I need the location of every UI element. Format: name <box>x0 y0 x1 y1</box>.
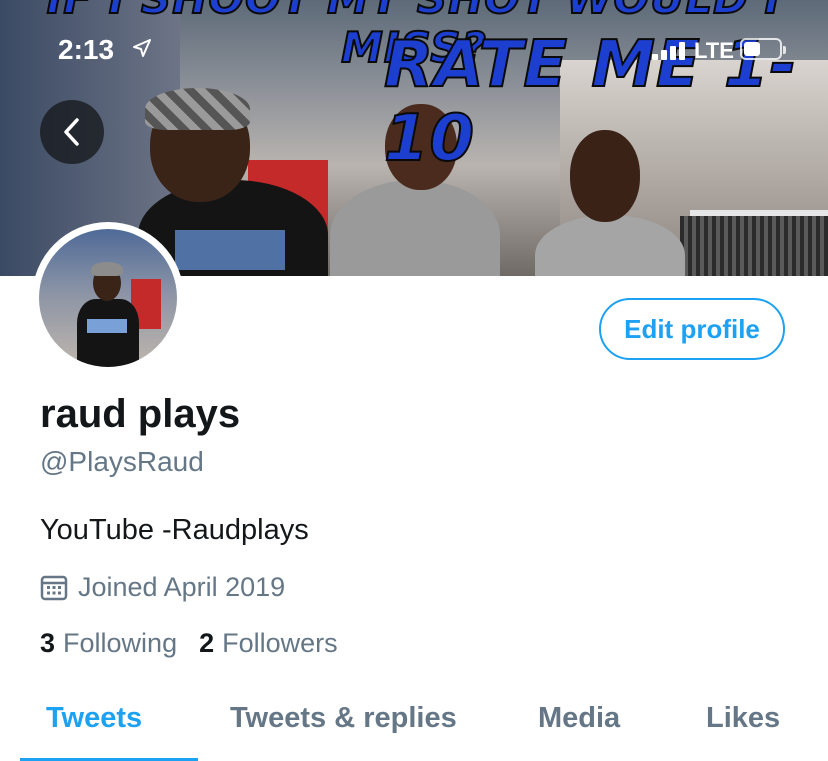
followers-link[interactable]: 2 Followers <box>199 628 338 659</box>
location-arrow-icon <box>133 39 151 57</box>
followers-count: 2 <box>199 628 215 658</box>
banner-shirt-logo <box>175 230 285 270</box>
avatar[interactable] <box>32 222 184 374</box>
status-bar: 2:13 LTE <box>0 30 828 70</box>
status-time: 2:13 <box>58 34 115 65</box>
banner-durag <box>145 88 250 130</box>
joined-text: Joined April 2019 <box>78 571 286 602</box>
following-count: 3 <box>40 628 56 658</box>
battery-icon <box>740 38 786 60</box>
network-type: LTE <box>694 38 734 63</box>
tab-tweets-replies[interactable]: Tweets & replies <box>230 702 457 735</box>
tab-media[interactable]: Media <box>538 702 620 735</box>
avatar-photo <box>39 229 177 367</box>
back-button[interactable] <box>40 100 104 164</box>
chevron-left-icon <box>64 118 79 146</box>
tab-likes[interactable]: Likes <box>706 702 780 735</box>
banner-person-middle <box>330 180 500 276</box>
display-name: raud plays <box>40 392 241 436</box>
followers-label: Followers <box>222 628 338 658</box>
profile-tabs: Tweets Tweets & replies Media Likes <box>0 694 828 761</box>
tab-tweets[interactable]: Tweets <box>46 702 142 735</box>
calendar-icon <box>40 575 68 601</box>
banner-hangers <box>680 216 828 276</box>
following-link[interactable]: 3 Following <box>40 628 177 659</box>
edit-profile-button[interactable]: Edit profile <box>599 298 785 360</box>
signal-bars-icon <box>652 40 690 60</box>
joined-date: Joined April 2019 <box>40 570 285 604</box>
profile-bio: YouTube -Raudplays <box>40 514 309 546</box>
following-label: Following <box>63 628 178 658</box>
follow-stats: 3 Following 2 Followers <box>40 628 360 659</box>
user-handle: @PlaysRaud <box>40 446 204 477</box>
